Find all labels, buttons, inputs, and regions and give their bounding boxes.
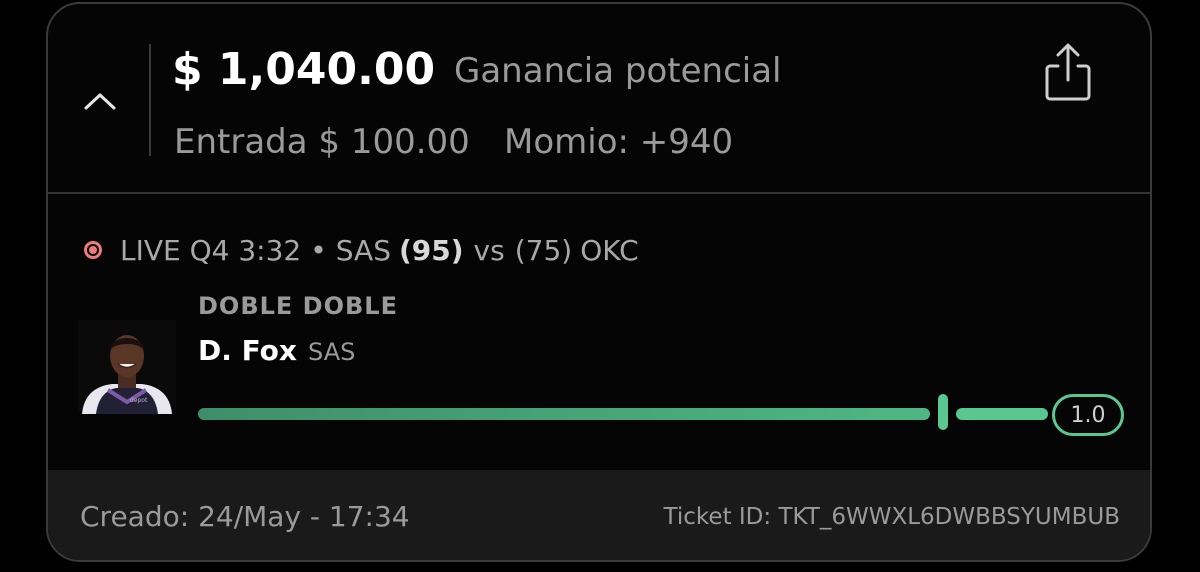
potential-win-amount: $ 1,040.00 — [172, 44, 436, 95]
chevron-up-icon — [84, 93, 116, 110]
home-score: (95) — [398, 233, 464, 267]
odds-value: Momio: +940 — [504, 122, 734, 162]
entry-amount: Entrada $ 100.00 — [174, 122, 470, 162]
progress-fill — [198, 408, 930, 420]
created-date: Creado: 24/May - 17:34 — [80, 500, 410, 533]
live-status-text: LIVE Q4 3:32 — [120, 233, 302, 267]
player-avatar: depot — [78, 320, 176, 414]
header-divider — [149, 44, 151, 156]
home-team: SAS — [335, 233, 391, 267]
collapse-button[interactable] — [78, 79, 122, 123]
player-team: SAS — [308, 338, 356, 366]
progress-bar — [198, 394, 1048, 430]
ticket-id: Ticket ID: TKT_6WWXL6DWBBSYUMBUB — [663, 504, 1120, 530]
vs-label: vs — [473, 233, 505, 267]
section-divider — [48, 192, 1150, 194]
player-name: D. Fox — [198, 334, 297, 367]
svg-text:depot: depot — [130, 397, 148, 404]
away-score: (75) — [514, 233, 573, 267]
status-separator: • — [310, 233, 327, 267]
progress-remaining — [956, 408, 1048, 420]
live-game-status: LIVE Q4 3:32 • SAS (95) vs (75) OKC — [84, 230, 639, 270]
ticket-footer: Creado: 24/May - 17:34 Ticket ID: TKT_6W… — [48, 470, 1150, 560]
bet-ticket-card: $ 1,040.00 Ganancia potencial Entrada $ … — [46, 2, 1152, 562]
potential-win-label: Ganancia potencial — [454, 51, 782, 91]
share-button[interactable] — [1042, 40, 1094, 104]
share-icon — [1045, 43, 1091, 101]
progress-marker — [938, 394, 948, 430]
player-row: D. Fox SAS — [198, 334, 355, 367]
market-type: DOBLE DOBLE — [198, 292, 398, 320]
target-value-pill: 1.0 — [1052, 394, 1124, 436]
live-dot-icon — [84, 241, 102, 259]
away-team: OKC — [580, 233, 639, 267]
